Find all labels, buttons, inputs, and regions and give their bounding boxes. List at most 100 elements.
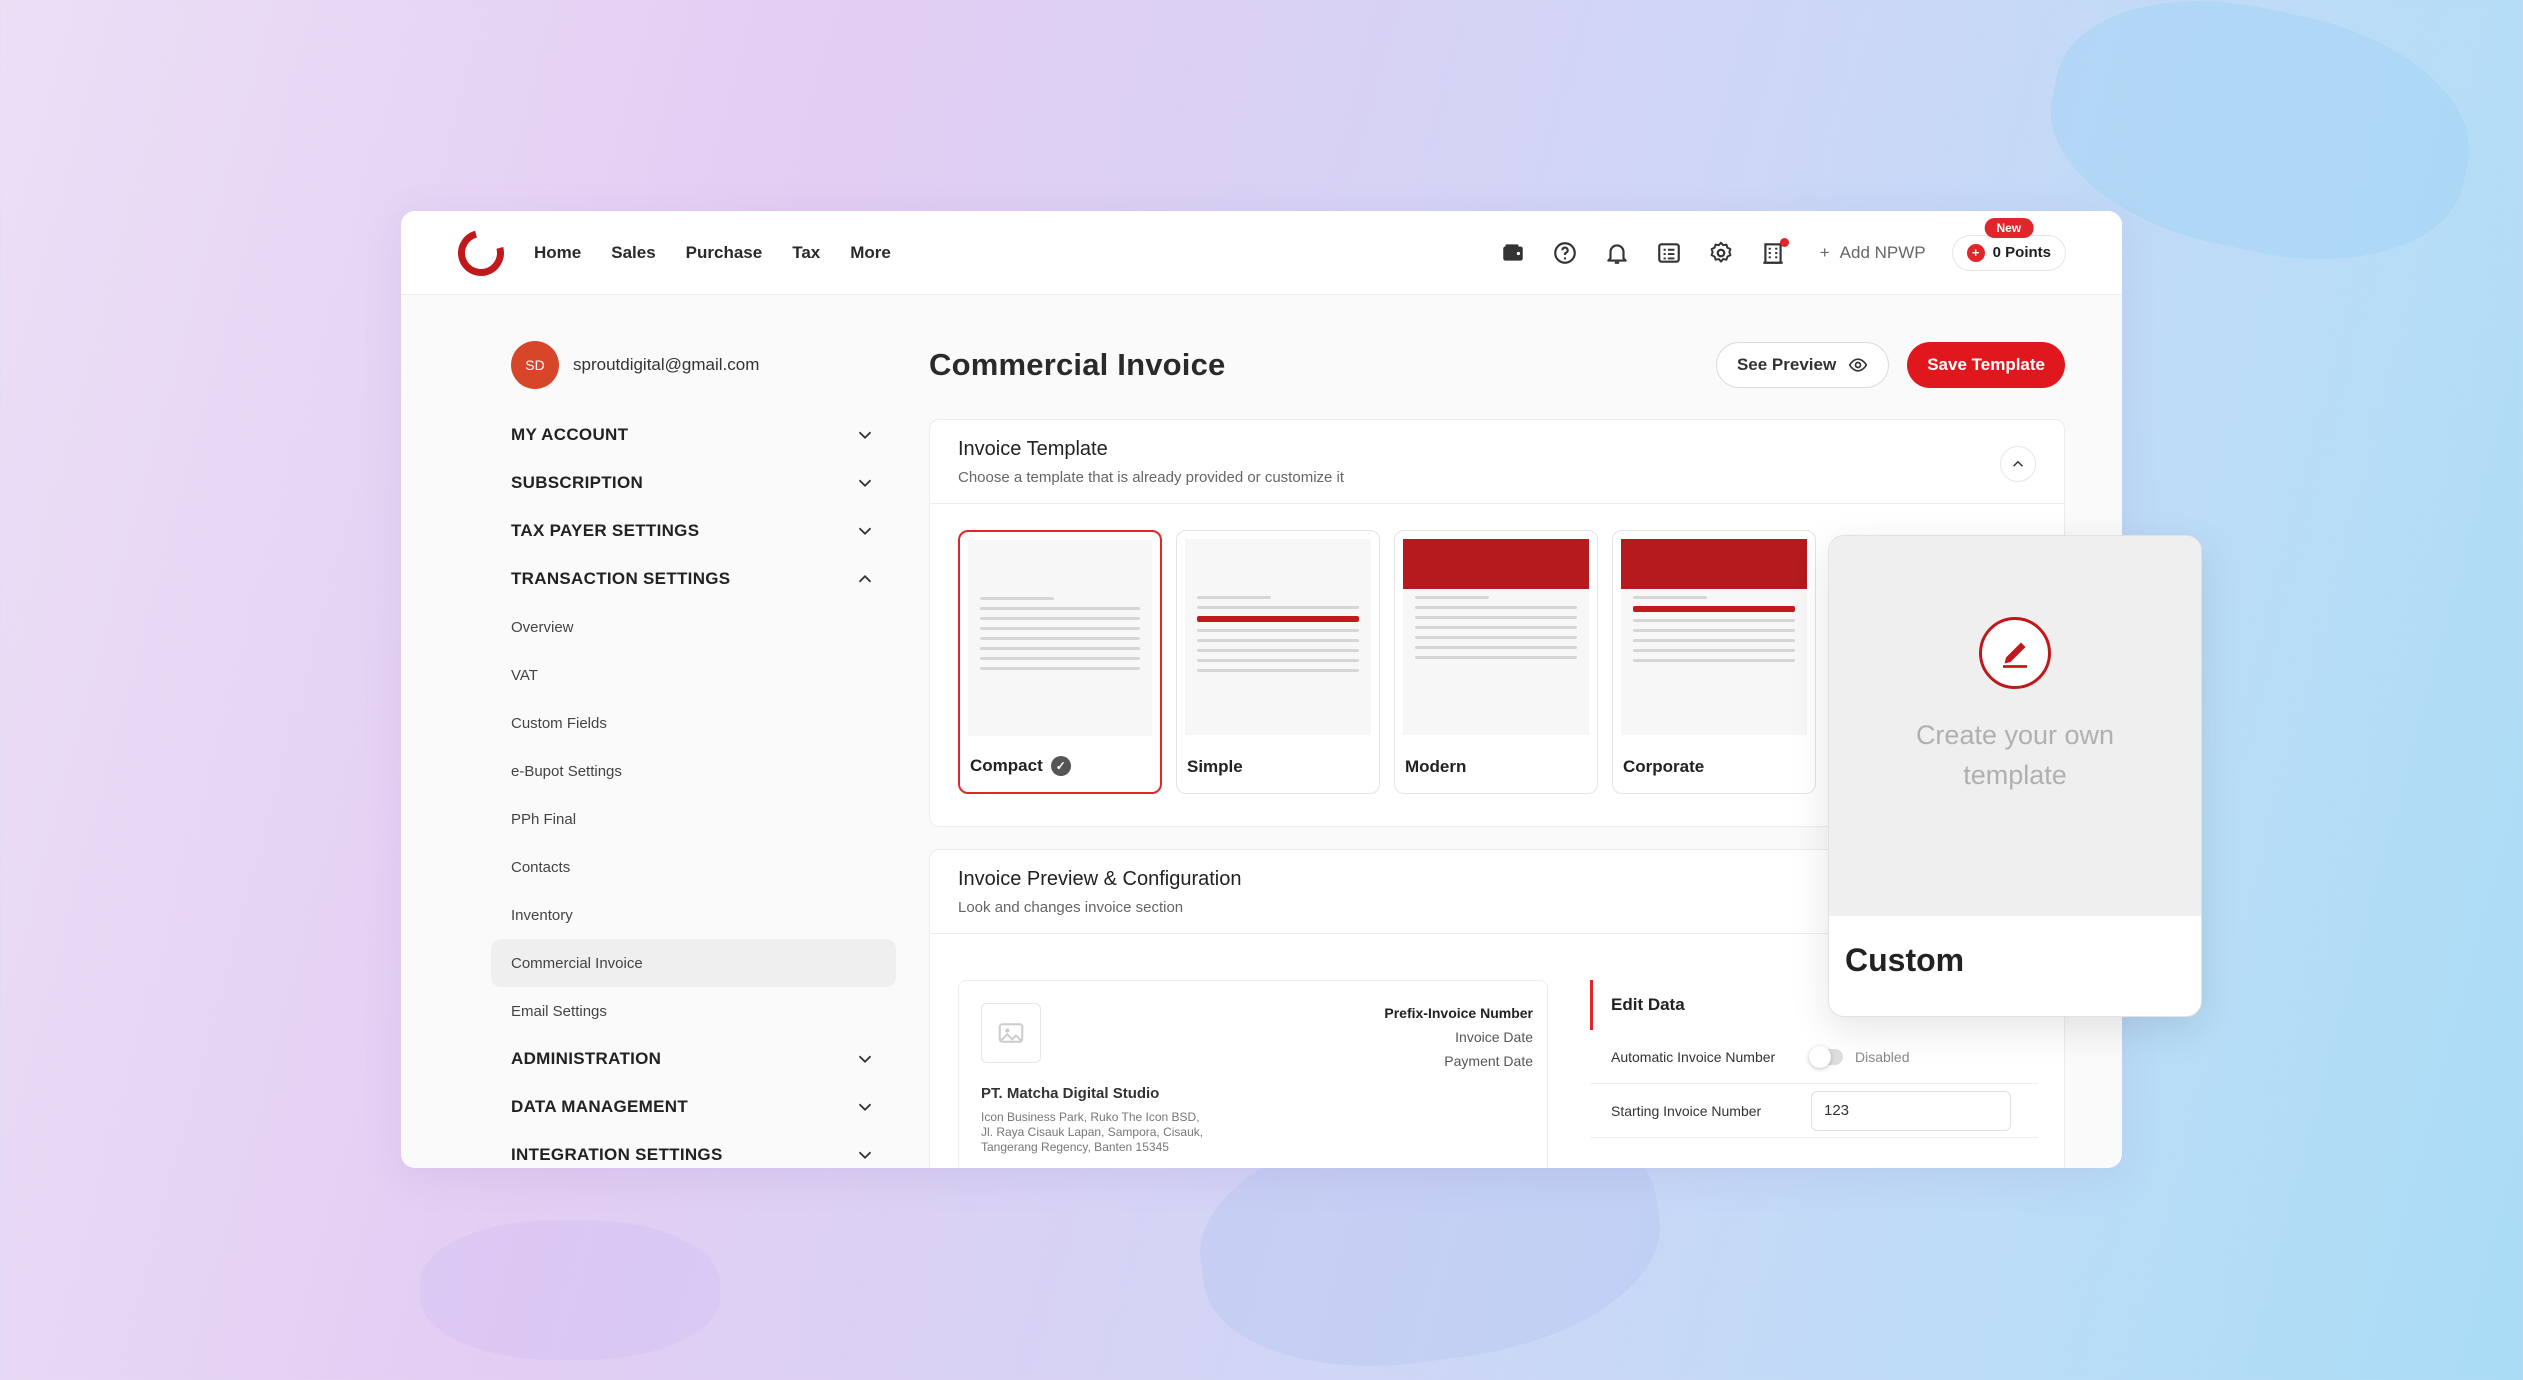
nav-home[interactable]: Home [534, 243, 581, 263]
see-preview-label: See Preview [1736, 355, 1837, 374]
chevron-down-icon [858, 527, 872, 536]
settings-sidebar: SD sproutdigital@gmail.com MY ACCOUNT SU… [491, 341, 896, 1168]
points-icon: + [1966, 243, 1985, 262]
section-label: TAX PAYER SETTINGS [511, 521, 700, 540]
auto-invoice-row: Automatic Invoice Number Disabled [1590, 1030, 2038, 1084]
chevron-up-icon [858, 574, 872, 583]
sidebar-section-tax-payer[interactable]: TAX PAYER SETTINGS [491, 507, 896, 555]
sidebar-item-ebupot[interactable]: e-Bupot Settings [491, 747, 896, 795]
invoice-prefix: Prefix-Invoice Number [1384, 1005, 1533, 1021]
auto-invoice-toggle[interactable] [1809, 1045, 1843, 1068]
sidebar-item-contacts[interactable]: Contacts [491, 843, 896, 891]
company-name: PT. Matcha Digital Studio [981, 1085, 1160, 1102]
gear-icon[interactable] [1708, 240, 1734, 266]
nav-more[interactable]: More [850, 243, 891, 263]
auto-invoice-label: Automatic Invoice Number [1611, 1048, 1776, 1065]
section-label: SUBSCRIPTION [511, 473, 644, 492]
chevron-down-icon [858, 479, 872, 488]
starting-number-input[interactable]: 123 [1811, 1090, 2011, 1131]
background-shape [420, 1220, 720, 1360]
bell-icon[interactable] [1604, 240, 1630, 266]
template-label: Corporate [1623, 757, 1705, 776]
add-npwp-button[interactable]: + Add NPWP [1820, 243, 1926, 263]
sidebar-item-pph-final[interactable]: PPh Final [491, 795, 896, 843]
template-compact[interactable]: Compact ✓ [958, 530, 1162, 794]
invoice-preview: Prefix-Invoice Number Invoice Date Payme… [958, 980, 1548, 1168]
invoice-date: Invoice Date [1455, 1029, 1533, 1045]
image-placeholder-icon[interactable] [981, 1003, 1041, 1063]
create-template-text: Create your own template [1915, 720, 2115, 790]
card-title: Invoice Template [958, 438, 1108, 460]
starting-number-row: Starting Invoice Number 123 [1590, 1084, 2038, 1138]
card-subtitle: Choose a template that is already provid… [958, 469, 1345, 486]
page-header: Commercial Invoice See Preview Save Temp… [929, 341, 2065, 389]
template-preview [1403, 539, 1589, 735]
card-header: Invoice Template Choose a template that … [930, 420, 2064, 504]
template-simple[interactable]: Simple [1176, 530, 1380, 794]
template-modern[interactable]: Modern [1394, 530, 1598, 794]
topbar-actions: + Add NPWP New + 0 Points [1500, 217, 2066, 271]
chevron-down-icon [858, 431, 872, 440]
plus-icon: + [1819, 242, 1830, 262]
sidebar-item-email-settings[interactable]: Email Settings [491, 987, 896, 1035]
template-corporate[interactable]: Corporate [1612, 530, 1816, 794]
template-preview [1185, 539, 1371, 735]
brand-logo[interactable] [449, 221, 513, 284]
sidebar-section-subscription[interactable]: SUBSCRIPTION [491, 459, 896, 507]
chevron-down-icon [858, 1151, 872, 1160]
section-label: MY ACCOUNT [511, 425, 629, 444]
new-badge: New [1984, 217, 2034, 238]
custom-template-label: Custom [1845, 942, 1965, 978]
sidebar-section-data-management[interactable]: DATA MANAGEMENT [491, 1083, 896, 1131]
sidebar-item-overview[interactable]: Overview [491, 603, 896, 651]
sidebar-section-integration[interactable]: INTEGRATION SETTINGS [491, 1131, 896, 1168]
points-button[interactable]: New + 0 Points [1951, 217, 2066, 271]
nav-purchase[interactable]: Purchase [686, 243, 763, 263]
page-title: Commercial Invoice [929, 347, 1226, 382]
template-label: Compact ✓ [970, 756, 1071, 776]
wallet-icon[interactable] [1500, 240, 1526, 266]
template-preview [968, 540, 1152, 736]
starting-number-label: Starting Invoice Number [1611, 1102, 1762, 1119]
nav-tax[interactable]: Tax [792, 243, 820, 263]
address-line: Tangerang Regency, Banten 15345 [981, 1140, 1169, 1154]
sidebar-section-transaction[interactable]: TRANSACTION SETTINGS [491, 555, 896, 603]
top-navbar: Home Sales Purchase Tax More + Add NPWP … [401, 211, 2122, 295]
sidebar-item-custom-fields[interactable]: Custom Fields [491, 699, 896, 747]
main-nav: Home Sales Purchase Tax More [534, 243, 891, 263]
section-label: INTEGRATION SETTINGS [511, 1145, 723, 1164]
points-label: 0 Points [1992, 244, 2051, 261]
save-template-button[interactable]: Save Template [1907, 342, 2065, 388]
address-line: Icon Business Park, Ruko The Icon BSD, [981, 1110, 1200, 1124]
template-label: Simple [1187, 757, 1243, 776]
avatar[interactable]: SD [511, 341, 559, 389]
sidebar-item-inventory[interactable]: Inventory [491, 891, 896, 939]
payment-date: Payment Date [1444, 1053, 1533, 1069]
template-name: Compact [970, 756, 1043, 775]
list-icon[interactable] [1656, 240, 1682, 266]
collapse-button[interactable] [2000, 446, 2036, 482]
chevron-up-icon [2012, 460, 2024, 467]
custom-template-card[interactable]: Create your own template Custom [1828, 535, 2202, 1017]
address-line: Jl. Raya Cisauk Lapan, Sampora, Cisauk, [981, 1125, 1204, 1139]
notification-dot [1779, 237, 1789, 247]
invoice-meta: Prefix-Invoice Number Invoice Date Payme… [1384, 1001, 1533, 1073]
help-icon[interactable] [1552, 240, 1578, 266]
template-preview [1621, 539, 1807, 735]
see-preview-button[interactable]: See Preview [1715, 342, 1890, 388]
account-email: sproutdigital@gmail.com [573, 355, 760, 374]
nav-sales[interactable]: Sales [611, 243, 655, 263]
section-label: DATA MANAGEMENT [511, 1097, 688, 1116]
building-icon[interactable] [1760, 237, 1789, 266]
template-label: Modern [1405, 757, 1467, 776]
check-icon: ✓ [1050, 756, 1071, 776]
sidebar-item-vat[interactable]: VAT [491, 651, 896, 699]
sidebar-section-administration[interactable]: ADMINISTRATION [491, 1035, 896, 1083]
company-address: Icon Business Park, Ruko The Icon BSD, J… [981, 1110, 1525, 1155]
chevron-down-icon [858, 1055, 872, 1064]
sidebar-section-my-account[interactable]: MY ACCOUNT [491, 411, 896, 459]
chevron-down-icon [858, 1103, 872, 1112]
account-info: SD sproutdigital@gmail.com [511, 341, 896, 389]
add-npwp-label: Add NPWP [1839, 242, 1926, 262]
sidebar-item-commercial-invoice[interactable]: Commercial Invoice [491, 939, 896, 987]
